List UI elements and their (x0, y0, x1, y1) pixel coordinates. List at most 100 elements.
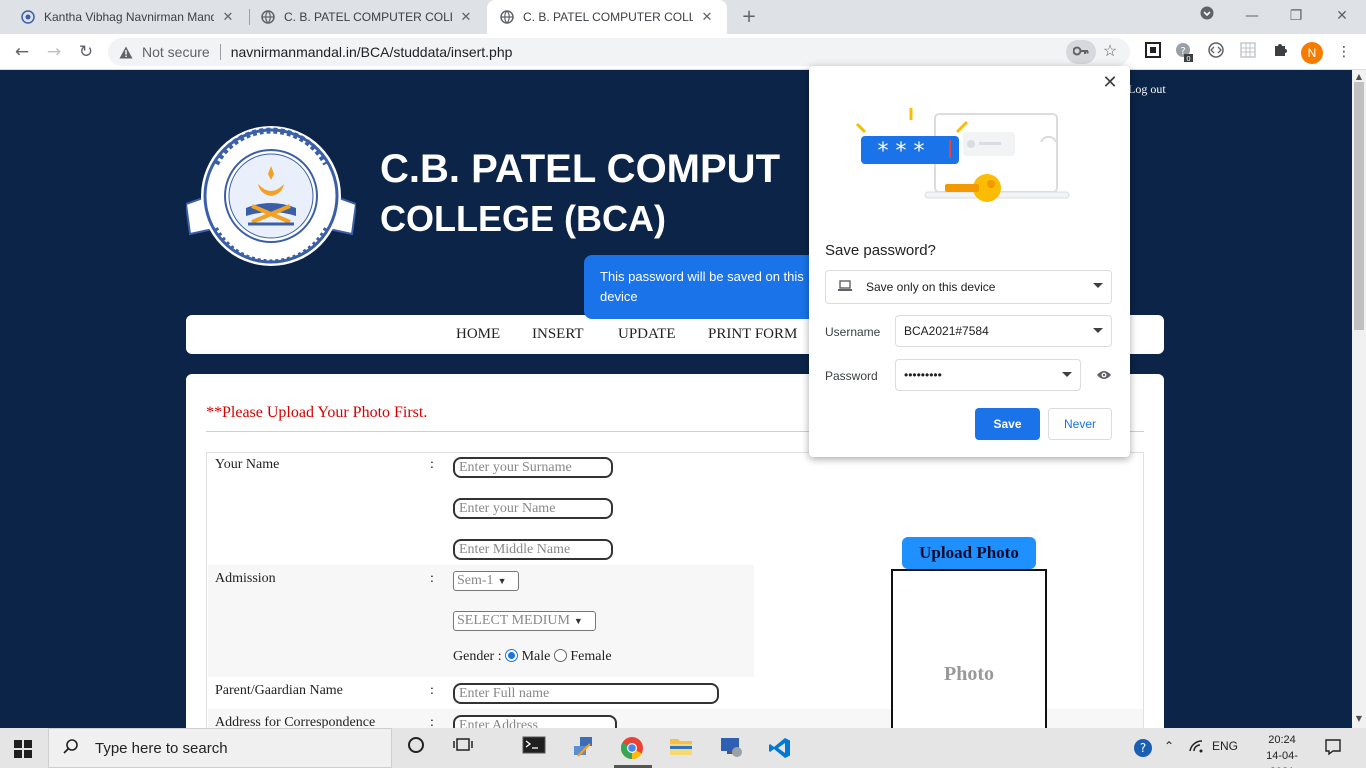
address-input[interactable]: Enter Address (453, 715, 617, 728)
file-explorer-icon[interactable] (668, 736, 694, 760)
chevron-down-icon: ▼ (573, 616, 583, 626)
parent-label: Parent/Gaardian Name (215, 683, 343, 698)
terminal-icon[interactable] (521, 736, 547, 760)
site-favicon-icon (20, 9, 36, 25)
chevron-up-icon[interactable]: ⌃ (1164, 739, 1174, 753)
forward-icon[interactable]: → (42, 40, 66, 64)
save-password-dialog: ✕ * * * Save password? Save only on this… (809, 66, 1130, 457)
globe-icon (499, 9, 515, 25)
back-icon[interactable]: ← (10, 40, 34, 64)
middle-name-input[interactable]: Enter Middle Name (453, 539, 613, 560)
profile-avatar[interactable]: N (1301, 42, 1323, 64)
task-view-icon[interactable] (450, 736, 476, 760)
medium-value: SELECT MEDIUM (457, 613, 570, 628)
chrome-icon[interactable] (619, 736, 645, 760)
reload-icon[interactable]: ↻ (74, 40, 98, 64)
notification-icon[interactable] (1324, 738, 1342, 759)
puzzle-extensions-icon[interactable] (1270, 42, 1290, 62)
password-value: ••••••••• (904, 368, 942, 382)
minimize-icon[interactable]: — (1232, 4, 1272, 28)
page-scrollbar[interactable]: ▲ ▼ (1352, 70, 1366, 728)
gender-male-label[interactable]: Male (522, 649, 551, 664)
address-bar[interactable]: Not secure navnirmanmandal.in/BCA/studda… (108, 38, 1130, 66)
admission-label: Admission (215, 571, 276, 586)
tab-kantha-vibhag[interactable]: Kantha Vibhag Navnirman Mand ✕ (8, 0, 248, 34)
search-icon (63, 738, 85, 759)
username-select[interactable]: BCA2021#7584 (895, 315, 1112, 347)
taskbar-search[interactable]: Type here to search (48, 728, 392, 768)
gender-female-label[interactable]: Female (570, 649, 611, 664)
clock-time: 20:24 (1268, 734, 1296, 746)
close-icon[interactable]: ✕ (1100, 72, 1120, 92)
medium-select[interactable]: SELECT MEDIUM ▼ (453, 611, 596, 631)
tab-title: Kantha Vibhag Navnirman Mand (44, 10, 214, 24)
warning-icon[interactable] (118, 44, 134, 60)
college-logo (186, 126, 356, 266)
storage-option-label: Save only on this device (866, 280, 996, 294)
close-tab-icon[interactable]: ✕ (220, 9, 236, 25)
nav-update[interactable]: UPDATE (618, 326, 676, 343)
wifi-icon[interactable] (1188, 739, 1204, 756)
extension-square-icon[interactable] (1143, 42, 1163, 62)
tab-cb-patel-1[interactable]: C. B. PATEL COMPUTER COLLEGE ✕ (248, 0, 486, 34)
colon: : (430, 715, 434, 728)
language-indicator[interactable]: ENG (1212, 739, 1238, 753)
colon: : (430, 683, 434, 698)
url-text[interactable]: navnirmanmandal.in/BCA/studdata/insert.p… (231, 44, 513, 60)
tab-cb-patel-2-active[interactable]: C. B. PATEL COMPUTER COLLEGE ✕ (487, 0, 727, 34)
close-tab-icon[interactable]: ✕ (458, 9, 474, 25)
bookmark-star-icon[interactable]: ☆ (1098, 40, 1122, 64)
tab-title: C. B. PATEL COMPUTER COLLEGE (284, 10, 452, 24)
restore-icon[interactable]: ❐ (1276, 4, 1316, 28)
grid-extension-icon[interactable] (1238, 42, 1258, 62)
tab-search-icon[interactable] (1187, 4, 1227, 28)
name-label: Your Name (215, 457, 280, 472)
parent-name-input[interactable]: Enter Full name (453, 683, 719, 704)
save-button[interactable]: Save (975, 408, 1040, 440)
tab-strip: Kantha Vibhag Navnirman Mand ✕ C. B. PAT… (0, 0, 1366, 34)
upload-photo-button[interactable]: Upload Photo (902, 537, 1036, 569)
illustration-stars: * * * (878, 139, 925, 164)
nav-home[interactable]: HOME (456, 326, 500, 343)
upload-notice: **Please Upload Your Photo First. (206, 404, 428, 421)
key-icon[interactable] (1066, 40, 1096, 64)
logout-link[interactable]: Log out (1128, 82, 1166, 97)
nav-print-form[interactable]: PRINT FORM (708, 326, 797, 343)
network-tool-icon[interactable] (571, 736, 597, 760)
chevron-down-icon: ▼ (497, 576, 507, 586)
vscode-icon[interactable] (767, 736, 793, 760)
gender-female-radio[interactable] (553, 649, 567, 662)
password-select[interactable]: ••••••••• (895, 359, 1081, 391)
more-menu-icon[interactable]: ⋮ (1334, 42, 1354, 62)
gender-male-radio[interactable] (505, 649, 519, 662)
close-window-icon[interactable]: ✕ (1322, 4, 1362, 28)
chevron-down-icon (1093, 283, 1103, 288)
security-label[interactable]: Not secure (142, 44, 210, 60)
windows-taskbar: Type here to search ? ⌃ ENG 20:24 14-04-… (0, 728, 1366, 768)
photo-placeholder[interactable]: Photo (891, 569, 1047, 728)
windows-start-icon[interactable] (14, 740, 32, 758)
college-title: C.B. PATEL COMPUT COLLEGE (BCA) (380, 144, 780, 244)
password-illustration: * * * (855, 108, 1070, 202)
help-extension-icon[interactable]: ? 0 (1174, 42, 1194, 63)
storage-select[interactable]: Save only on this device (825, 270, 1112, 304)
semester-select[interactable]: Sem-1 ▼ (453, 571, 519, 591)
never-button[interactable]: Never (1048, 408, 1112, 440)
help-tray-icon[interactable]: ? (1133, 738, 1155, 761)
new-tab-button[interactable]: + (737, 5, 761, 29)
remote-desktop-icon[interactable] (718, 736, 744, 760)
close-tab-icon[interactable]: ✕ (699, 9, 715, 25)
name-input[interactable]: Enter your Name (453, 498, 613, 519)
eye-icon[interactable] (1095, 368, 1113, 382)
scroll-up-icon[interactable]: ▲ (1354, 72, 1364, 81)
globe-icon (260, 9, 276, 25)
cortana-icon[interactable] (403, 736, 429, 760)
nav-insert[interactable]: INSERT (532, 326, 584, 343)
scrollbar-thumb[interactable] (1354, 82, 1364, 330)
surname-input[interactable]: Enter your Surname (453, 457, 613, 478)
system-clock[interactable]: 20:24 14-04-2021 (1254, 732, 1310, 768)
college-title-line2: COLLEGE (BCA) (380, 198, 666, 239)
code-extension-icon[interactable] (1206, 42, 1226, 62)
username-value: BCA2021#7584 (904, 324, 989, 338)
scroll-down-icon[interactable]: ▼ (1354, 714, 1364, 723)
